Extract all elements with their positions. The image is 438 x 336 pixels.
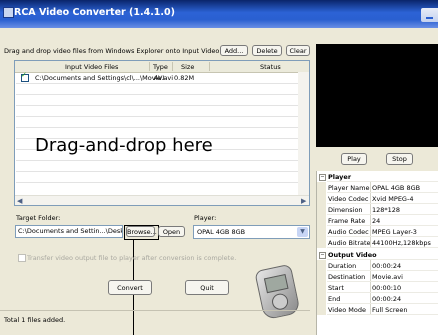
- transfer-option-label: Transfer video output file to player aft…: [27, 254, 237, 262]
- app-icon: [3, 7, 14, 18]
- minimize-button[interactable]: [421, 8, 438, 22]
- property-row[interactable]: Dimension 128*128: [317, 204, 438, 215]
- collapse-icon[interactable]: −: [319, 252, 326, 259]
- delete-button[interactable]: Delete: [252, 45, 282, 56]
- collapse-icon[interactable]: −: [319, 174, 326, 181]
- add-button[interactable]: Add...: [220, 45, 248, 56]
- col-header-input[interactable]: Input Video Files: [65, 63, 118, 71]
- play-button[interactable]: Play: [341, 153, 367, 165]
- property-row[interactable]: Video Mode Full Screen: [317, 304, 438, 315]
- row-type: AVI: [154, 74, 165, 82]
- drag-instruction: Drag and drop video files from Windows E…: [4, 47, 242, 55]
- col-header-size[interactable]: Size: [181, 63, 194, 71]
- player-select[interactable]: OPAL 4GB 8GB ▼: [193, 225, 310, 239]
- title-bar: RCA Video Converter (1.4.1.0): [0, 0, 438, 28]
- group-player[interactable]: − Player: [317, 171, 438, 182]
- row-path: C:\Documents and Settings\cl\...\Movie.a…: [35, 74, 174, 82]
- scroll-right-icon[interactable]: ▶: [301, 197, 306, 205]
- vertical-scrollbar[interactable]: [298, 72, 309, 196]
- status-text: Total 1 files added.: [4, 316, 66, 324]
- property-row[interactable]: Duration 00:00:24: [317, 260, 438, 271]
- quit-button[interactable]: Quit: [185, 280, 229, 295]
- target-folder-label: Target Folder:: [16, 214, 61, 222]
- row-checkbox[interactable]: [21, 71, 29, 82]
- clear-button[interactable]: Clear: [286, 45, 310, 56]
- property-row[interactable]: Player Name OPAL 4GB 8GB: [317, 182, 438, 193]
- drop-overlay-text: Drag-and-drop here: [35, 135, 213, 156]
- status-bar: Total 1 files added.: [0, 310, 310, 336]
- open-button[interactable]: Open: [158, 226, 185, 237]
- target-folder-field[interactable]: C:\Documents and Settin...\Desktop: [15, 225, 123, 238]
- browse-callout-box: [124, 225, 159, 240]
- col-header-type[interactable]: Type: [153, 63, 168, 71]
- scroll-left-icon[interactable]: ◀: [17, 197, 22, 205]
- property-row[interactable]: Destination Movie.avi: [317, 271, 438, 282]
- file-list[interactable]: Input Video Files Type Size Status C:\Do…: [14, 60, 310, 206]
- property-row[interactable]: Frame Rate 24: [317, 215, 438, 226]
- stop-button[interactable]: Stop: [386, 153, 413, 165]
- properties-panel: − Player Player Name OPAL 4GB 8GB Video C…: [316, 171, 438, 335]
- row-size: 0.82M: [174, 74, 195, 82]
- transfer-checkbox[interactable]: [18, 254, 26, 262]
- chevron-down-icon[interactable]: ▼: [297, 227, 308, 237]
- property-row[interactable]: Start 00:00:10: [317, 282, 438, 293]
- property-row[interactable]: Video Codec Xvid MPEG-4: [317, 193, 438, 204]
- group-output-video[interactable]: − Output Video: [317, 249, 438, 260]
- horizontal-scrollbar[interactable]: ◀ ▶: [15, 195, 309, 205]
- table-row[interactable]: C:\Documents and Settings\cl\...\Movie.a…: [15, 72, 309, 83]
- col-header-status[interactable]: Status: [260, 63, 281, 71]
- property-row[interactable]: Audio Bitrate 44100Hz,128kbps: [317, 237, 438, 248]
- property-row[interactable]: Audio Codec MPEG Layer-3: [317, 226, 438, 237]
- property-row[interactable]: End 00:00:24: [317, 293, 438, 304]
- player-select-value: OPAL 4GB 8GB: [197, 228, 246, 236]
- convert-button[interactable]: Convert: [108, 280, 152, 295]
- video-preview: [316, 44, 438, 147]
- window-title: RCA Video Converter (1.4.1.0): [14, 7, 175, 18]
- player-label: Player:: [194, 214, 217, 222]
